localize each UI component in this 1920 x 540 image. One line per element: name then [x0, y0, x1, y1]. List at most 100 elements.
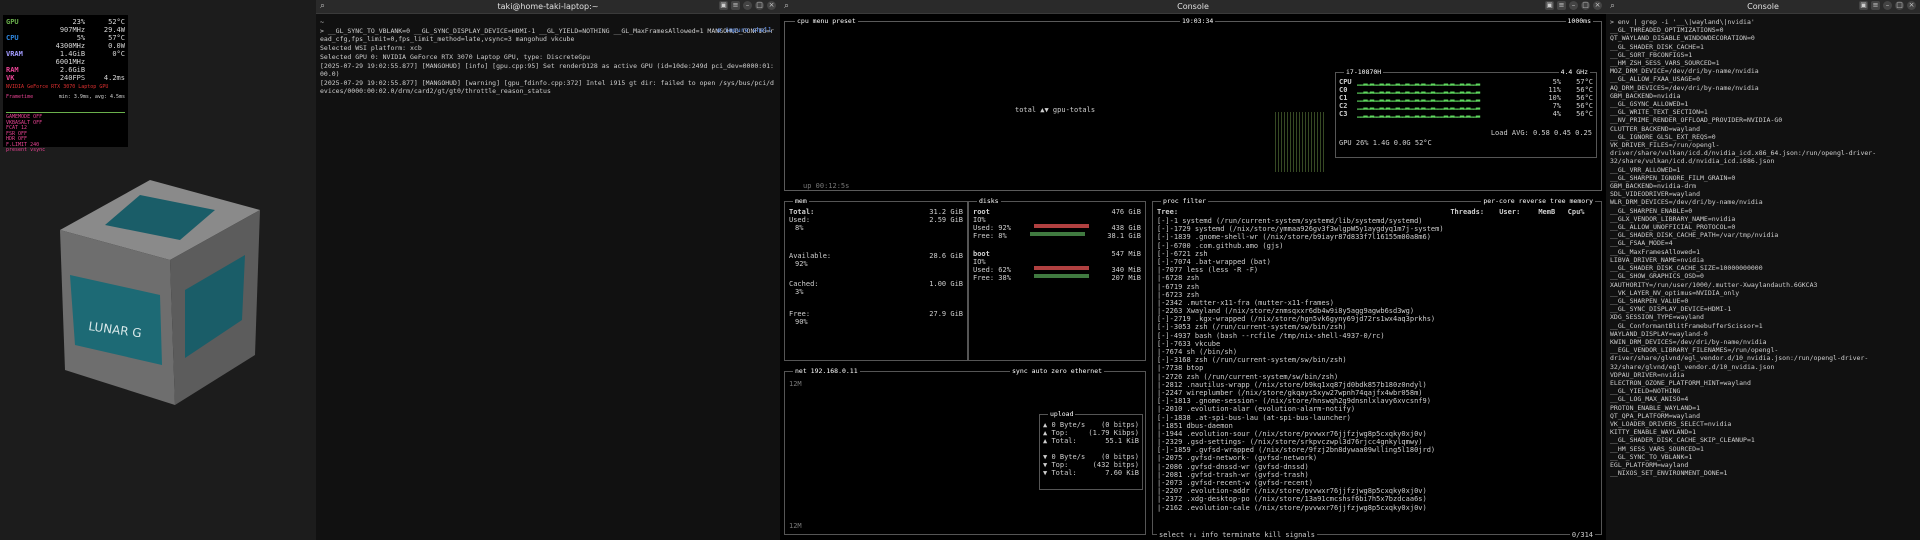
table-row[interactable]: |-1944 .evolution-sour (/nix/store/pvvwx…	[1157, 430, 1457, 438]
table-row[interactable]: |-6719 zsh	[1157, 283, 1457, 291]
menu-tab[interactable]: menu	[813, 17, 829, 25]
proc-count: 0/314	[1569, 531, 1595, 539]
table-row[interactable]: [-]-3053 zsh (/run/current-system/sw/bin…	[1157, 323, 1457, 331]
table-row[interactable]: [-]-7633 vkcube	[1157, 340, 1457, 348]
terminal-window-btop[interactable]: ⌕ Console ▣ ≡ – □ × cpu menu preset 19:0…	[780, 0, 1606, 540]
cpu-box-label[interactable]: cpu	[797, 17, 809, 25]
net-iface[interactable]: ethernet	[1071, 367, 1102, 375]
search-icon[interactable]: ⌕	[1610, 1, 1615, 11]
table-row[interactable]: [-]-1859 .gvfsd-wrapped (/nix/store/9fzj…	[1157, 446, 1457, 454]
tree-toggle[interactable]: tree	[1550, 197, 1566, 205]
update-rate[interactable]: 1000ms	[1565, 17, 1593, 25]
table-row[interactable]: [-]-6721 zsh	[1157, 250, 1457, 258]
menu-icon[interactable]: ≡	[1871, 1, 1880, 10]
proc-label[interactable]: proc	[1163, 197, 1179, 205]
proc-footer[interactable]: select ↑↓ info terminate kill signals	[1157, 531, 1317, 539]
proc-header[interactable]: Threads:	[1450, 208, 1499, 216]
menu-icon[interactable]: ≡	[731, 1, 740, 10]
close-icon[interactable]: ×	[1907, 1, 1916, 10]
table-row[interactable]: |-7077 less (less -R -F)	[1157, 266, 1457, 274]
disk-boot-name: boot	[973, 250, 990, 258]
close-icon[interactable]: ×	[1593, 1, 1602, 10]
net-sync[interactable]: sync	[1012, 367, 1028, 375]
disk-root-io: IO%	[973, 216, 986, 224]
table-row[interactable]: |-2263 Xwayland (/nix/store/znmsqxxr6db4…	[1157, 307, 1457, 315]
hud-value: 5%	[76, 34, 86, 42]
table-row[interactable]: |-2247 wireplumber (/nix/store/gkqays5xy…	[1157, 389, 1457, 397]
disks-label[interactable]: disks	[977, 197, 1001, 205]
table-row[interactable]: |-7674 sh (/bin/sh)	[1157, 348, 1457, 356]
proc-header[interactable]: User:	[1499, 208, 1538, 216]
sort-selector[interactable]: memory	[1570, 197, 1593, 205]
table-row[interactable]: |-2086 .gvfsd-dnssd-wr (gvfsd-dnssd)	[1157, 463, 1457, 471]
table-row[interactable]: |-1851 dbus-daemon	[1157, 422, 1457, 430]
table-row[interactable]: |-2073 .gvfsd-recent-w (gvfsd-recent)	[1157, 479, 1457, 487]
table-row[interactable]: [-]-1813 .gnome-session- (/nix/store/hns…	[1157, 397, 1457, 405]
table-row[interactable]: |-6728 zsh	[1157, 274, 1457, 282]
table-row[interactable]: [-]-1839 .gnome-shell-wr (/nix/store/b9i…	[1157, 233, 1457, 241]
table-row[interactable]: |-2162 .evolution-cale (/nix/store/pvvwx…	[1157, 504, 1457, 512]
table-row[interactable]: |-2342 .mutter-x11-fra (mutter-x11-frame…	[1157, 299, 1457, 307]
new-tab-icon[interactable]: ▣	[1859, 1, 1868, 10]
cpu-core-pct: 7%	[1552, 102, 1561, 110]
frametime-stats: min: 3.9ms, avg: 4.5ms	[58, 94, 125, 100]
net-zero[interactable]: zero	[1051, 367, 1067, 375]
terminal-line: __GL_GSYNC_ALLOWED=1	[1610, 100, 1689, 109]
table-row[interactable]: |-2207 .evolution-addr (/nix/store/pvvwx…	[1157, 487, 1457, 495]
minimize-icon[interactable]: –	[1883, 1, 1892, 10]
table-row[interactable]: [-]-1838 .at-spi-bus-lau (at-spi-bus-lau…	[1157, 414, 1457, 422]
terminal-window-shell[interactable]: ⌕ taki@home-taki-laptop:~ ▣ ≡ – □ × ❂ im…	[316, 0, 780, 540]
search-icon[interactable]: ⌕	[320, 1, 325, 11]
down-total: 7.60 KiB	[1105, 469, 1139, 477]
up-top: (1.79 Kibps)	[1088, 429, 1139, 437]
cpu-core-row: C0 ▁▁▂▁▂▁▁▂▁▂▁▁▂▁▁▂▁▁▂▁▂▁▁▂▁▁▁▂▁▂▁▁▂▁▂▁▁▂…	[1339, 86, 1593, 94]
terminal-line: __VK_LAYER_NV_optimus=NVIDIA_only	[1610, 288, 1740, 297]
table-row[interactable]: |-2075 .gvfsd-network- (gvfsd-network)	[1157, 454, 1457, 462]
maximize-icon[interactable]: □	[755, 1, 764, 10]
table-row[interactable]: [-]-7074 .bat-wrapped (bat)	[1157, 258, 1457, 266]
net-stats: upload ▲ 0 Byte/s (0 bitps) ▲ Top: (1.79 K…	[1039, 410, 1143, 490]
search-icon[interactable]: ⌕	[784, 1, 789, 11]
table-row[interactable]: [-]-1729 systemd (/nix/store/ymmaa926gv3…	[1157, 225, 1457, 233]
reverse-toggle[interactable]: reverse	[1519, 197, 1546, 205]
net-auto[interactable]: auto	[1032, 367, 1048, 375]
proc-filter[interactable]: filter	[1183, 197, 1206, 205]
table-row[interactable]: |-2329 .gsd-settings- (/nix/store/srkpvc…	[1157, 438, 1457, 446]
mem-label[interactable]: mem	[793, 197, 809, 205]
maximize-icon[interactable]: □	[1895, 1, 1904, 10]
preset-tab[interactable]: preset	[832, 17, 855, 25]
proc-header[interactable]: Tree:	[1157, 208, 1450, 216]
terminal-window-env[interactable]: ⌕ Console ▣ ≡ – □ × > env | grep -i '__\…	[1606, 0, 1920, 540]
hud-value: 2.6GiB	[59, 66, 86, 74]
proc-header[interactable]: Cpu%	[1568, 208, 1597, 216]
new-tab-icon[interactable]: ▣	[1545, 1, 1554, 10]
table-row[interactable]: |-2726 zsh (/run/current-system/sw/bin/z…	[1157, 373, 1457, 381]
disk-boot-used: Used: 62%	[973, 266, 1011, 274]
proc-box: proc filter per-core reverse tree memory…	[1152, 197, 1602, 539]
hud-row: VK 240FPS 4.2ms	[6, 74, 125, 82]
table-row[interactable]: [-]-1 systemd (/run/current-system/syste…	[1157, 217, 1457, 225]
minimize-icon[interactable]: –	[1569, 1, 1578, 10]
table-row[interactable]: [-]-2719 .kgx-wrapped (/nix/store/hgn5vk…	[1157, 315, 1457, 323]
table-row[interactable]: |-2372 .xdg-desktop-po (/nix/store/13a91…	[1157, 495, 1457, 503]
table-row[interactable]: [-]-3168 zsh (/run/current-system/sw/bin…	[1157, 356, 1457, 364]
table-row[interactable]: |-2812 .nautilus-wrapp (/nix/store/b9kq1…	[1157, 381, 1457, 389]
table-row[interactable]: |-2010 .evolution-alar (evolution-alarm-…	[1157, 405, 1457, 413]
proc-header[interactable]: MemB	[1538, 208, 1567, 216]
table-row[interactable]: |-2081 .gvfsd-trash-wr (gvfsd-trash)	[1157, 471, 1457, 479]
table-row[interactable]: |-6723 zsh	[1157, 291, 1457, 299]
table-row[interactable]: [-]-4937 bash (bash --rcfile /tmp/nix-sh…	[1157, 332, 1457, 340]
disk-boot-io: IO%	[973, 258, 986, 266]
per-core-toggle[interactable]: per-core	[1483, 197, 1514, 205]
terminal-line: XDG_SESSION_TYPE=wayland	[1610, 313, 1704, 322]
maximize-icon[interactable]: □	[1581, 1, 1590, 10]
cpu-freq: 4.4 GHz	[1558, 68, 1590, 76]
terminal-line: EGL_PLATFORM=wayland	[1610, 460, 1689, 469]
close-icon[interactable]: ×	[767, 1, 776, 10]
net-label[interactable]: net	[795, 367, 807, 375]
table-row[interactable]: [-]-6700 .com.github.amo (gjs)	[1157, 242, 1457, 250]
table-row[interactable]: |-7738 btop	[1157, 364, 1457, 372]
menu-icon[interactable]: ≡	[1557, 1, 1566, 10]
new-tab-icon[interactable]: ▣	[719, 1, 728, 10]
minimize-icon[interactable]: –	[743, 1, 752, 10]
